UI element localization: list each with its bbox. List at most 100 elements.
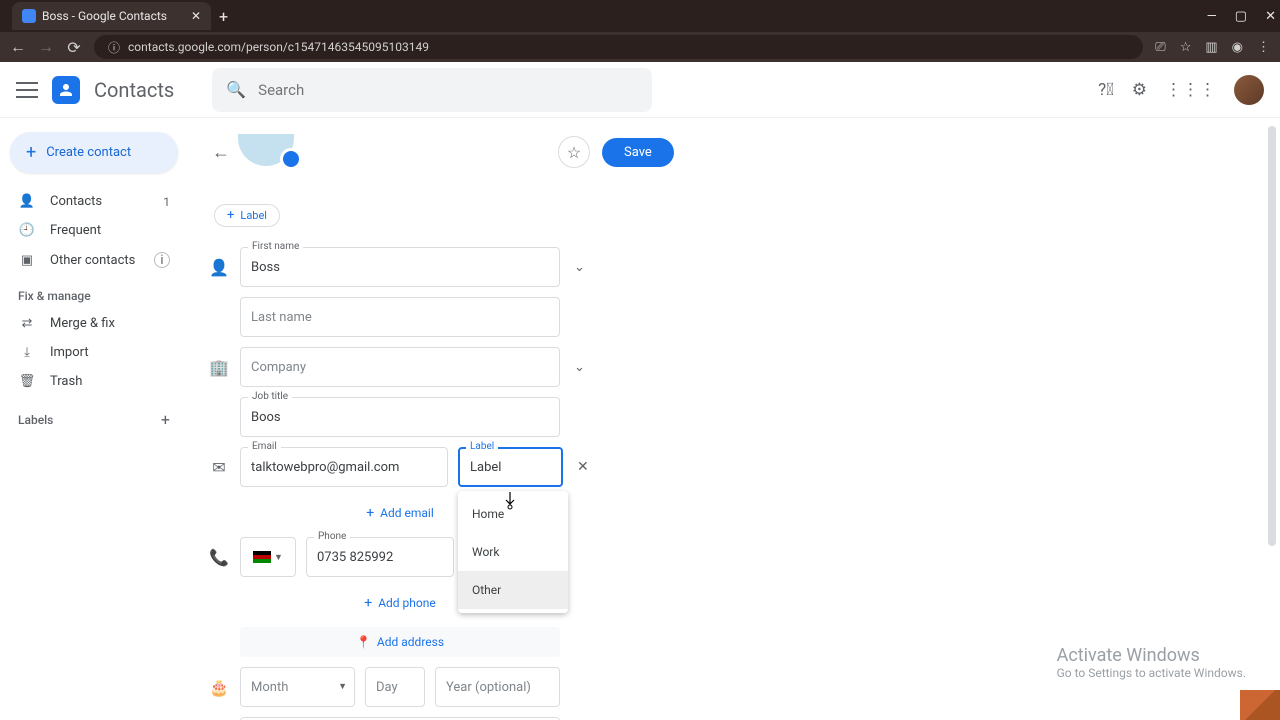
browser-tab[interactable]: Boss - Google Contacts ✕ bbox=[12, 2, 211, 30]
location-icon: 📍 bbox=[356, 635, 371, 649]
sidebar: + Create contact 👤 Contacts 1 🕘 Frequent… bbox=[0, 118, 188, 720]
bookmark-icon[interactable]: ☆ bbox=[1180, 40, 1192, 55]
add-address-link[interactable]: 📍 Add address bbox=[240, 627, 560, 657]
close-tab-icon[interactable]: ✕ bbox=[191, 9, 201, 23]
search-box[interactable]: 🔍 bbox=[212, 68, 652, 112]
first-name-input[interactable] bbox=[240, 247, 560, 287]
company-input[interactable] bbox=[240, 347, 560, 387]
apps-icon[interactable]: ⋮⋮⋮ bbox=[1165, 80, 1216, 100]
profile-icon[interactable]: ◉ bbox=[1232, 40, 1243, 55]
help-icon[interactable]: ?⃝ bbox=[1098, 80, 1114, 100]
job-title-input[interactable] bbox=[240, 397, 560, 437]
add-phone-text: Add phone bbox=[378, 596, 436, 610]
label-dropdown: Home Work Other bbox=[458, 491, 568, 613]
search-input[interactable] bbox=[258, 81, 638, 99]
person-icon: 👤 bbox=[208, 258, 230, 277]
person-icon: 👤 bbox=[18, 194, 36, 209]
sidebar-item-import[interactable]: ⤓ Import bbox=[6, 338, 182, 367]
sidebar-item-label: Trash bbox=[50, 374, 82, 389]
add-label-chip[interactable]: + Label bbox=[214, 204, 280, 227]
country-select[interactable]: ▼ bbox=[240, 537, 296, 577]
browser-titlebar: Boss - Google Contacts ✕ + — ▢ ✕ bbox=[0, 0, 1280, 32]
remove-email-icon[interactable]: ✕ bbox=[573, 455, 593, 479]
minimize-icon[interactable]: — bbox=[1207, 9, 1217, 24]
email-type-input[interactable] bbox=[458, 447, 563, 487]
add-label-icon[interactable]: + bbox=[161, 410, 170, 429]
new-tab-button[interactable]: + bbox=[219, 7, 228, 26]
settings-icon[interactable]: ⚙ bbox=[1132, 80, 1147, 100]
building-icon: 🏢 bbox=[208, 358, 230, 377]
sidebar-item-label: Frequent bbox=[50, 223, 101, 238]
dropdown-home[interactable]: Home bbox=[458, 495, 568, 533]
app-header: Contacts 🔍 ?⃝ ⚙ ⋮⋮⋮ bbox=[0, 62, 1280, 118]
chevron-down-icon: ▼ bbox=[338, 681, 347, 692]
reload-icon[interactable]: ⟳ bbox=[66, 39, 82, 55]
maximize-icon[interactable]: ▢ bbox=[1235, 9, 1247, 24]
url-text: contacts.google.com/person/c154714635450… bbox=[128, 40, 429, 54]
sidebar-item-contacts[interactable]: 👤 Contacts 1 bbox=[6, 187, 182, 216]
add-photo-icon[interactable] bbox=[280, 148, 302, 170]
sidebar-item-merge[interactable]: ⇄ Merge & fix bbox=[6, 309, 182, 338]
phone-icon: 📞 bbox=[208, 548, 230, 567]
sidebar-item-label: Merge & fix bbox=[50, 316, 115, 331]
star-button[interactable]: ☆ bbox=[558, 136, 590, 168]
account-avatar[interactable] bbox=[1234, 75, 1264, 105]
create-contact-button[interactable]: + Create contact bbox=[10, 132, 178, 173]
back-icon[interactable]: ← bbox=[10, 39, 26, 55]
app-title: Contacts bbox=[94, 78, 174, 102]
plus-icon: + bbox=[366, 505, 374, 521]
expand-company-icon[interactable]: ⌄ bbox=[570, 356, 589, 379]
save-button[interactable]: Save bbox=[602, 138, 674, 167]
email-type-label: Label bbox=[466, 441, 498, 452]
job-title-label: Job title bbox=[248, 391, 292, 402]
sidebar-item-label: Other contacts bbox=[50, 253, 135, 268]
phone-input[interactable] bbox=[306, 537, 454, 577]
scrollbar[interactable] bbox=[1266, 126, 1278, 712]
phone-label: Phone bbox=[314, 531, 350, 542]
sidebar-item-label: Contacts bbox=[50, 194, 102, 209]
dropdown-work[interactable]: Work bbox=[458, 533, 568, 571]
corner-widget bbox=[1240, 690, 1280, 720]
watermark-title: Activate Windows bbox=[1057, 645, 1246, 666]
back-button[interactable]: ← bbox=[208, 138, 234, 167]
tab-favicon bbox=[22, 9, 36, 23]
hamburger-icon[interactable] bbox=[16, 82, 38, 98]
last-name-input[interactable] bbox=[240, 297, 560, 337]
email-icon: ✉ bbox=[208, 458, 230, 477]
expand-name-icon[interactable]: ⌄ bbox=[570, 256, 589, 279]
url-field[interactable]: ⓘ contacts.google.com/person/c1547146354… bbox=[94, 35, 1143, 59]
plus-icon: + bbox=[364, 595, 372, 611]
sidebar-item-label: Import bbox=[50, 345, 89, 360]
install-icon[interactable]: ⎚ bbox=[1155, 40, 1165, 55]
contacts-count: 1 bbox=[163, 195, 170, 209]
info-icon[interactable]: i bbox=[154, 252, 170, 268]
browser-address-bar: ← → ⟳ ⓘ contacts.google.com/person/c1547… bbox=[0, 32, 1280, 62]
archive-icon: ▣ bbox=[18, 253, 36, 268]
plus-icon: + bbox=[227, 208, 234, 223]
day-input[interactable] bbox=[365, 667, 425, 707]
trash-icon: 🗑 bbox=[18, 374, 36, 389]
chevron-down-icon: ▼ bbox=[274, 552, 283, 563]
menu-icon[interactable]: ⋮ bbox=[1257, 40, 1270, 55]
flag-icon bbox=[253, 551, 271, 563]
email-label: Email bbox=[248, 441, 281, 452]
close-window-icon[interactable]: ✕ bbox=[1265, 9, 1276, 24]
sidebar-item-trash[interactable]: 🗑 Trash bbox=[6, 367, 182, 396]
add-address-text: Add address bbox=[377, 635, 444, 649]
email-input[interactable] bbox=[240, 447, 448, 487]
scrollbar-thumb[interactable] bbox=[1268, 126, 1276, 546]
sidebar-item-other[interactable]: ▣ Other contacts i bbox=[6, 245, 182, 275]
extension-icon[interactable]: ▥ bbox=[1205, 40, 1217, 55]
sidebar-item-frequent[interactable]: 🕘 Frequent bbox=[6, 216, 182, 245]
contact-avatar[interactable] bbox=[238, 134, 294, 166]
content-area: ← ☆ Save + Label 👤 First name bbox=[188, 118, 1280, 720]
forward-icon[interactable]: → bbox=[38, 39, 54, 55]
merge-icon: ⇄ bbox=[18, 316, 36, 331]
import-icon: ⤓ bbox=[18, 345, 36, 360]
search-icon: 🔍 bbox=[226, 80, 246, 99]
labels-header: Labels bbox=[18, 413, 53, 427]
label-chip-text: Label bbox=[240, 209, 267, 222]
year-input[interactable] bbox=[435, 667, 560, 707]
dropdown-other[interactable]: Other bbox=[458, 571, 568, 609]
add-email-text: Add email bbox=[380, 506, 434, 520]
